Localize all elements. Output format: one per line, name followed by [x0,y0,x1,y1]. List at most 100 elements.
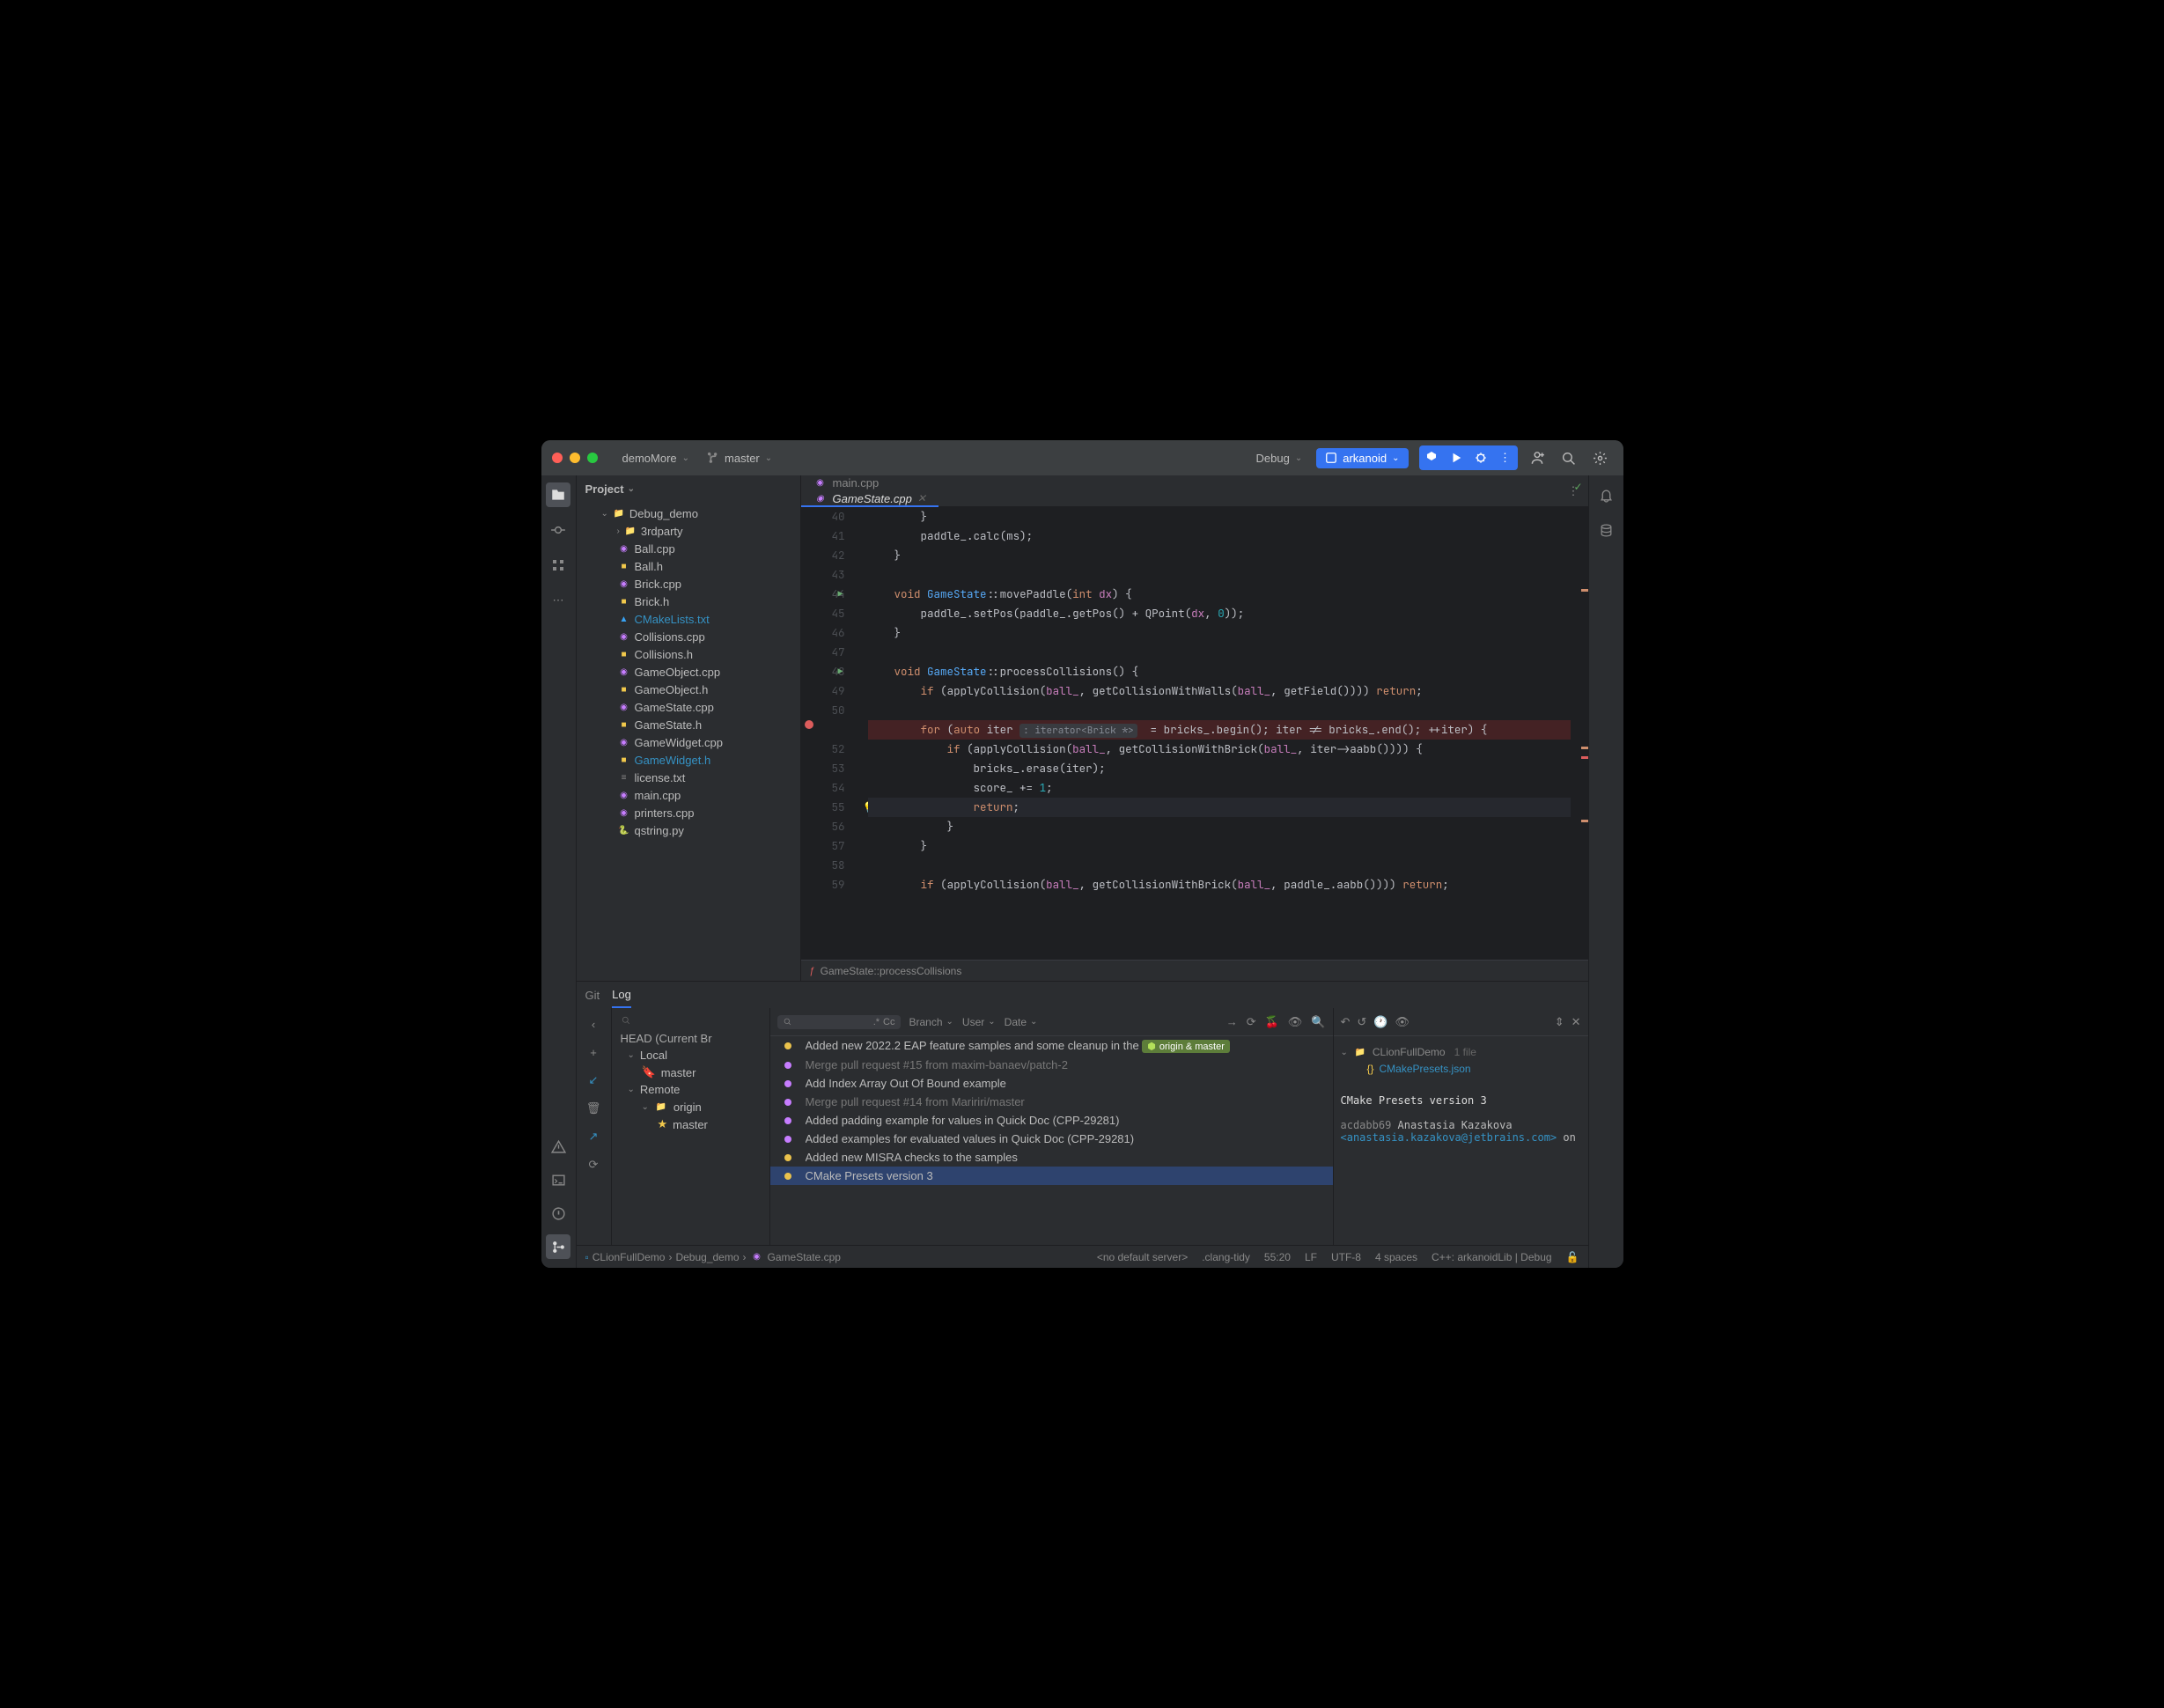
branch-filter[interactable]: Branch⌄ [909,1016,953,1028]
search-icon[interactable]: 🔍 [1311,1015,1325,1029]
git-tab-log[interactable]: Log [612,983,631,1008]
editor-tab[interactable]: ◉main.cpp [801,475,938,491]
tree-item[interactable]: ◉Ball.cpp [577,540,800,557]
commit-row[interactable]: Merge pull request #14 from Maririri/mas… [770,1093,1333,1111]
branch-dropdown[interactable]: master ⌄ [707,452,772,465]
remote-folder[interactable]: ⌄📁origin [615,1098,766,1115]
more-tools-icon[interactable]: ⋯ [546,588,570,613]
tree-item[interactable]: ■Brick.h [577,593,800,610]
git-tool-icon[interactable] [546,1234,570,1259]
clang-tidy-status[interactable]: .clang-tidy [1202,1251,1250,1263]
goto-icon[interactable]: → [1226,1015,1238,1028]
breakpoint-icon[interactable] [805,720,813,729]
notifications-icon[interactable] [1594,482,1618,507]
local-group[interactable]: ⌄Local [615,1047,766,1064]
close-window[interactable] [552,453,563,463]
tree-item[interactable]: ■Ball.h [577,557,800,575]
expand-icon[interactable]: ⇕ [1555,1015,1564,1029]
changed-folder[interactable]: ⌄📁 CLionFullDemo 1 file [1341,1043,1581,1061]
more-button[interactable]: ⋮ [1493,445,1518,470]
tree-item[interactable]: ◉main.cpp [577,786,800,804]
tree-item[interactable]: ◉GameState.cpp [577,698,800,716]
commit-row[interactable]: Add Index Array Out Of Bound example [770,1074,1333,1093]
history-icon[interactable]: 🕐 [1373,1015,1387,1029]
problems-tool-icon[interactable] [546,1134,570,1159]
delete-icon[interactable]: 🗑 [583,1098,604,1119]
cherry-pick-icon[interactable]: 🍒 [1265,1015,1279,1029]
line-separator[interactable]: LF [1305,1251,1317,1263]
tree-item[interactable]: ■GameObject.h [577,681,800,698]
git-tab-git[interactable]: Git [585,983,600,1007]
run-gutter-icon[interactable]: ▶ [838,662,843,681]
tree-item[interactable]: ≡license.txt [577,769,800,786]
push-icon[interactable]: ↗ [583,1126,604,1147]
cursor-position[interactable]: 55:20 [1264,1251,1291,1263]
commit-tool-icon[interactable] [546,518,570,542]
inspection-ok-icon[interactable]: ✓ [1573,481,1582,493]
run-gutter-icon[interactable]: ▶ [838,585,843,604]
error-stripe[interactable] [1585,507,1588,960]
close-tab-icon[interactable]: ✕ [917,492,926,504]
close-icon[interactable]: ✕ [1571,1015,1581,1029]
build-config[interactable]: C++: arkanoidLib | Debug [1432,1251,1552,1263]
branch-item[interactable]: 🔖master [615,1064,766,1081]
minimize-window[interactable] [570,453,580,463]
project-pane-header[interactable]: Project ⌄ [577,475,800,503]
add-icon[interactable]: + [583,1042,604,1063]
zoom-window[interactable] [587,453,598,463]
refresh-icon[interactable]: ⟳ [1247,1015,1256,1029]
commit-search[interactable]: .* Cc [777,1015,901,1029]
project-dropdown[interactable]: demoMore ⌄ [622,452,690,465]
commit-row[interactable]: Added new MISRA checks to the samples [770,1148,1333,1167]
editor-tab[interactable]: ◉GameState.cpp✕ [801,491,938,507]
structure-tool-icon[interactable] [546,553,570,578]
statusbar-breadcrumb[interactable]: ▫ CLionFullDemo› Debug_demo› ◉ GameState… [585,1250,841,1264]
tree-item[interactable]: ◉Collisions.cpp [577,628,800,645]
update-icon[interactable]: ↙ [583,1070,604,1091]
run-target-dropdown[interactable]: arkanoid ⌄ [1316,448,1408,468]
tree-item[interactable]: ›📁3rdparty [577,522,800,540]
run-button[interactable] [1444,445,1468,470]
database-icon[interactable] [1594,518,1618,542]
terminal-tool-icon[interactable] [546,1167,570,1192]
tree-folder[interactable]: ⌄ 📁 Debug_demo [577,504,800,522]
preview-icon[interactable]: 👁 [1395,1015,1410,1029]
search-icon[interactable] [1557,445,1581,470]
settings-icon[interactable] [1588,445,1613,470]
commit-row[interactable]: Added new 2022.2 EAP feature samples and… [770,1036,1333,1056]
head-branch[interactable]: HEAD (Current Br [615,1030,766,1047]
build-button[interactable] [1419,445,1444,470]
user-filter[interactable]: User⌄ [962,1016,996,1028]
tree-item[interactable]: ◉Brick.cpp [577,575,800,593]
tree-item[interactable]: ▲CMakeLists.txt [577,610,800,628]
tree-item[interactable]: ■GameState.h [577,716,800,733]
todo-tool-icon[interactable] [546,1201,570,1226]
refresh-icon[interactable]: ⟳ [583,1154,604,1175]
date-filter[interactable]: Date⌄ [1005,1016,1038,1028]
server-status[interactable]: <no default server> [1097,1251,1188,1263]
changed-file[interactable]: {} CMakePresets.json [1341,1061,1581,1077]
indent[interactable]: 4 spaces [1375,1251,1417,1263]
editor-breadcrumb[interactable]: ƒ GameState::processCollisions [801,960,1588,981]
commit-row[interactable]: Merge pull request #15 from maxim-banaev… [770,1056,1333,1074]
commit-row[interactable]: Added examples for evaluated values in Q… [770,1130,1333,1148]
project-tool-icon[interactable] [546,482,570,507]
remote-group[interactable]: ⌄Remote [615,1081,766,1098]
code-area[interactable]: 4041424344▶45464748▶49505253545556575859… [801,507,1588,960]
eye-icon[interactable]: 👁 [1288,1015,1303,1029]
commit-row[interactable]: CMake Presets version 3 [770,1167,1333,1185]
undo-icon[interactable]: ↺ [1357,1015,1366,1029]
branch-search[interactable] [615,1013,766,1030]
encoding[interactable]: UTF-8 [1331,1251,1361,1263]
code-with-me-icon[interactable] [1525,445,1549,470]
debug-button[interactable] [1468,445,1493,470]
tree-item[interactable]: 🐍qstring.py [577,821,800,839]
lock-icon[interactable]: 🔓 [1566,1251,1579,1263]
back-icon[interactable]: ‹ [583,1013,604,1034]
tree-item[interactable]: ■Collisions.h [577,645,800,663]
revert-icon[interactable]: ↶ [1341,1015,1351,1029]
tree-item[interactable]: ◉GameObject.cpp [577,663,800,681]
tree-item[interactable]: ■GameWidget.h [577,751,800,769]
tree-item[interactable]: ◉printers.cpp [577,804,800,821]
tree-item[interactable]: ◉GameWidget.cpp [577,733,800,751]
